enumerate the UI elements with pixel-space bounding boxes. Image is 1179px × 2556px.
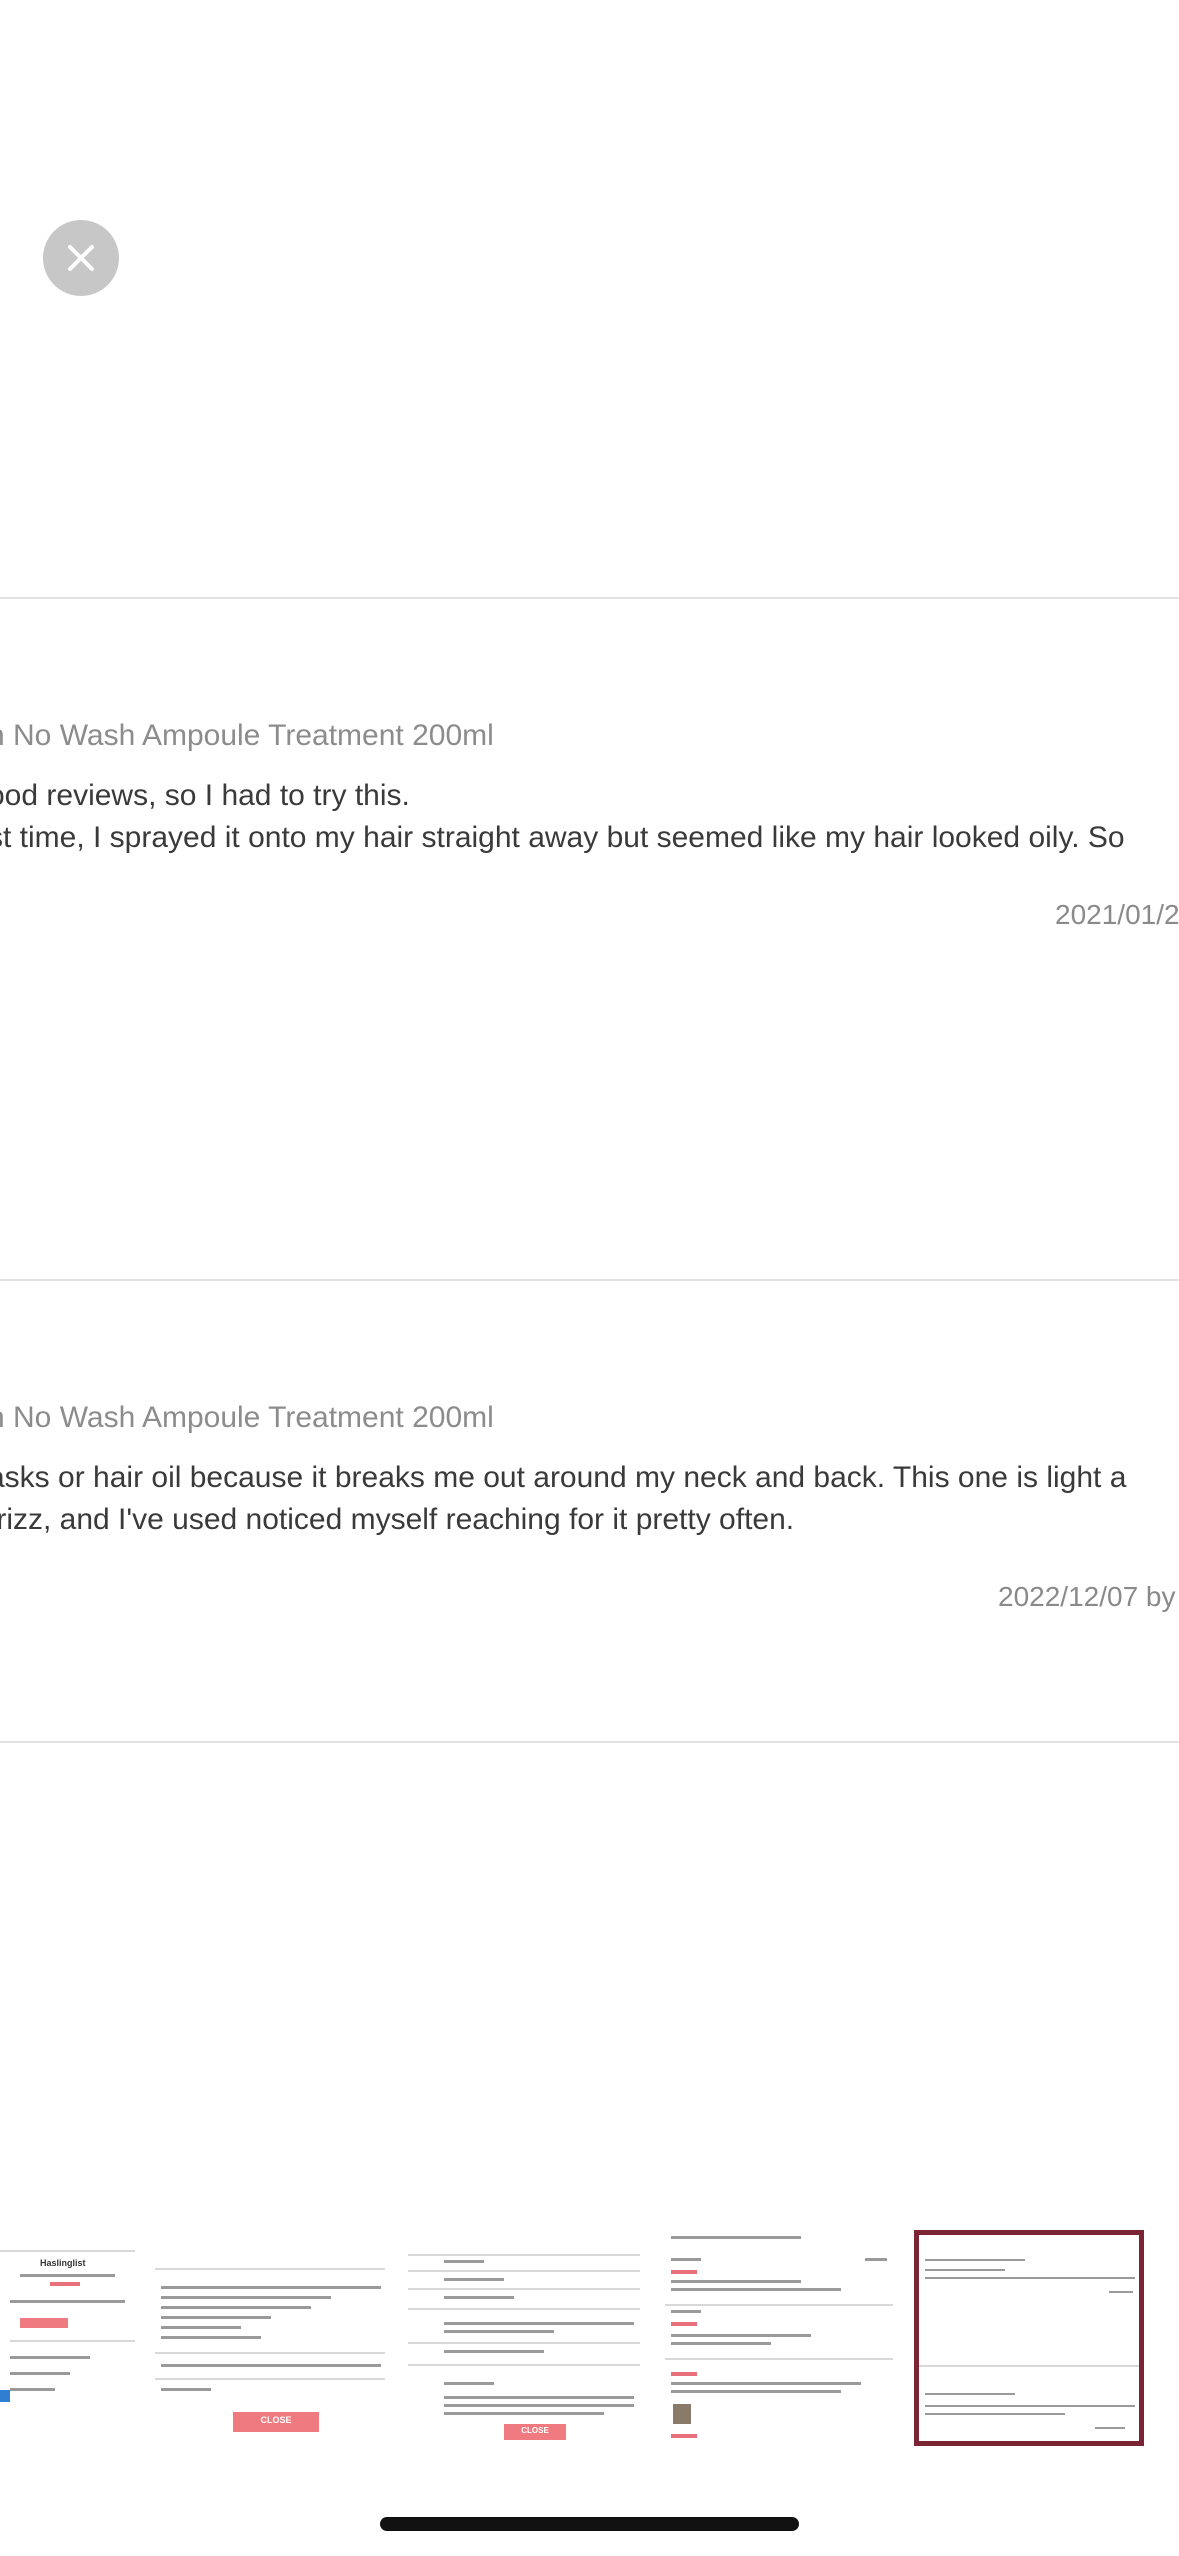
divider — [0, 1741, 1179, 1743]
review-item: h No Wash Ampoule Treatment 200ml asks o… — [0, 1281, 1179, 1741]
review-product-name: h No Wash Ampoule Treatment 200ml — [0, 1401, 494, 1434]
review-text-line: asks or hair oil because it breaks me ou… — [0, 1461, 1127, 1494]
home-indicator — [380, 2517, 799, 2531]
review-text-line: frizz, and I've used noticed myself reac… — [0, 1503, 795, 1536]
close-button[interactable] — [43, 220, 119, 296]
thumbnail[interactable]: Haslinglist — [0, 2230, 135, 2446]
review-date: 2021/01/2 — [1055, 899, 1179, 930]
review-item: h No Wash Ampoule Treatment 200ml ood re… — [0, 599, 1179, 1279]
thumbnail[interactable] — [665, 2230, 893, 2446]
thumbnail-title: Haslinglist — [40, 2258, 86, 2268]
thumbnail-close-label: CLOSE — [260, 2415, 292, 2425]
thumbnail-strip: Haslinglist CLOSE CLOSE — [0, 2222, 1179, 2454]
thumbnail-selected[interactable] — [914, 2230, 1144, 2446]
thumbnail[interactable]: CLOSE — [408, 2230, 640, 2446]
review-text-line: st time, I sprayed it onto my hair strai… — [0, 821, 1125, 854]
thumbnail-close-label: CLOSE — [521, 2426, 549, 2435]
review-product-name: h No Wash Ampoule Treatment 200ml — [0, 719, 494, 752]
review-text-line: ood reviews, so I had to try this. — [0, 779, 410, 812]
thumbnail[interactable]: CLOSE — [155, 2230, 385, 2446]
close-icon — [68, 245, 94, 271]
review-date: 2022/12/07 by — [998, 1581, 1176, 1612]
